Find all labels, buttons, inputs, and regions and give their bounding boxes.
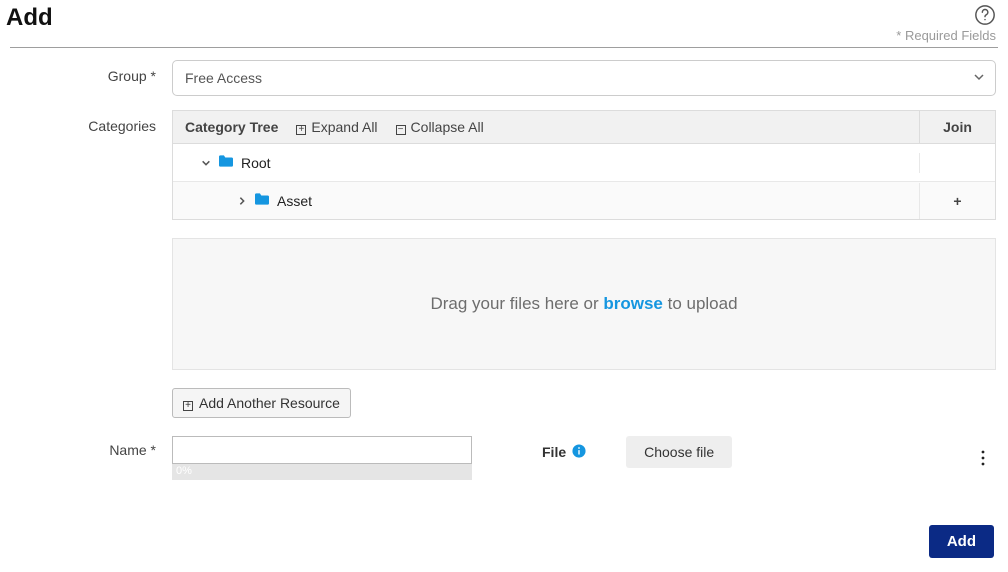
group-select[interactable]: Free Access (172, 60, 996, 96)
info-icon[interactable] (572, 444, 586, 461)
group-select-value: Free Access (185, 70, 262, 86)
dropzone-text-suffix: to upload (663, 294, 738, 313)
required-fields-hint: * Required Fields (896, 28, 996, 43)
page-title: Add (6, 4, 53, 32)
tree-toggle-asset[interactable] (237, 193, 247, 209)
tree-toggle-root[interactable] (201, 155, 211, 171)
category-tree-panel: Category Tree + Expand All − Collapse Al… (172, 110, 996, 220)
help-icon[interactable] (974, 4, 996, 26)
dropzone-text-prefix: Drag your files here or (430, 294, 603, 313)
collapse-all-icon: − (396, 119, 406, 135)
join-cell-root (919, 153, 995, 173)
add-another-resource-button[interactable]: + Add Another Resource (172, 388, 351, 418)
folder-icon (217, 154, 235, 171)
upload-progress: 0% (172, 464, 472, 480)
collapse-all-label: Collapse All (411, 119, 484, 135)
expand-all-icon: + (296, 119, 306, 135)
browse-link[interactable]: browse (603, 294, 663, 313)
name-input[interactable] (172, 436, 472, 464)
chevron-down-icon (973, 70, 985, 86)
collapse-all-button[interactable]: − Collapse All (396, 119, 484, 135)
tree-node-root[interactable]: Root (241, 155, 271, 171)
upload-dropzone[interactable]: Drag your files here or browse to upload (172, 238, 996, 370)
categories-label: Categories (12, 110, 172, 134)
submit-add-button[interactable]: Add (929, 525, 994, 558)
join-column-header: Join (919, 111, 995, 143)
expand-all-label: Expand All (311, 119, 377, 135)
expand-all-button[interactable]: + Expand All (296, 119, 377, 135)
add-resource-label: Add Another Resource (199, 395, 340, 411)
category-tree-header: Category Tree (185, 119, 278, 135)
name-label: Name * (12, 436, 172, 458)
more-menu-icon[interactable] (976, 436, 996, 480)
file-label: File (542, 444, 566, 460)
choose-file-button[interactable]: Choose file (626, 436, 732, 468)
group-label: Group * (12, 60, 172, 84)
join-add-button[interactable]: + (919, 183, 995, 219)
plus-box-icon: + (183, 395, 193, 411)
tree-node-asset[interactable]: Asset (277, 193, 312, 209)
folder-icon (253, 192, 271, 209)
